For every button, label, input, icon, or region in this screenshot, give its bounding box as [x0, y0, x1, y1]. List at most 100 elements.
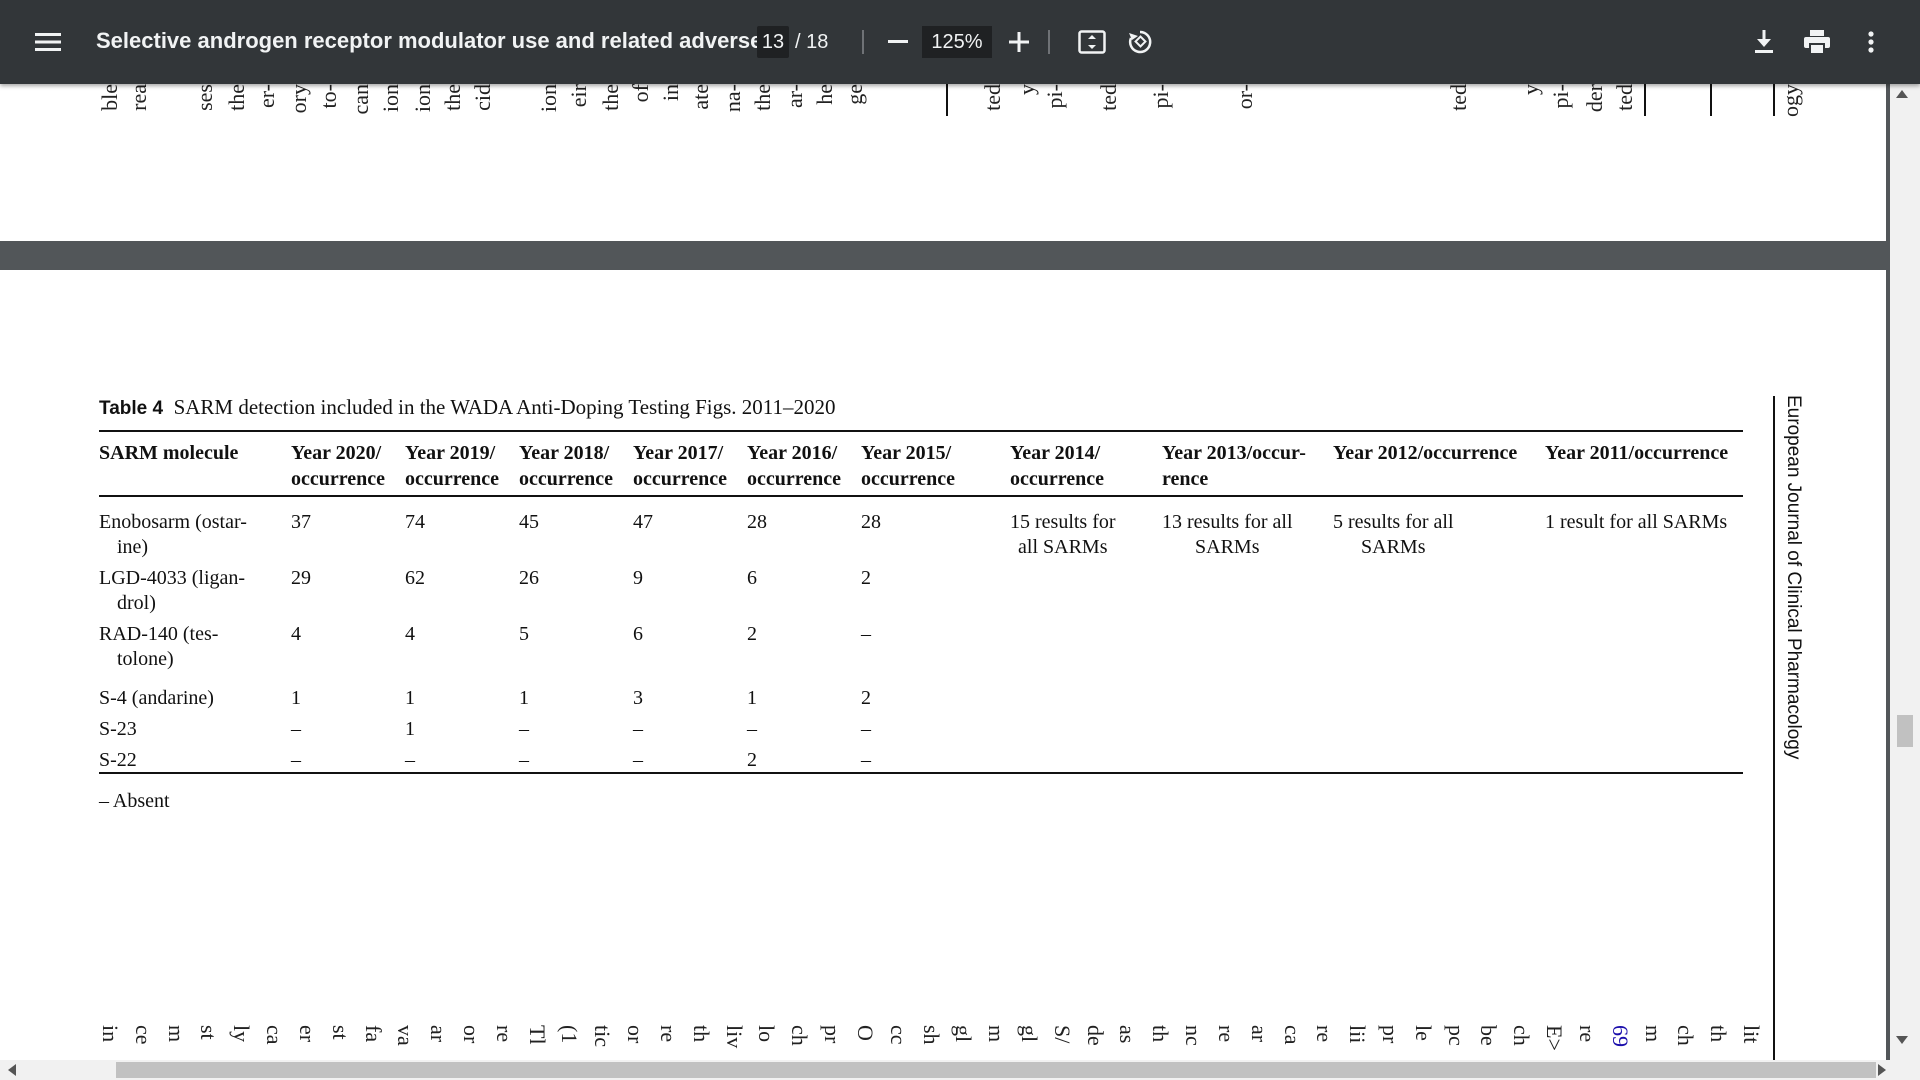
rotated-text-fragment: ge — [842, 84, 867, 105]
rotated-text-fragment: in — [658, 84, 683, 102]
zoom-in-icon[interactable] — [999, 22, 1039, 62]
pdf-page-current: Table 4 SARM detection included in the W… — [0, 270, 1886, 1060]
table-cell-value: 28 — [861, 511, 881, 533]
rotated-text-fragment: O — [853, 1025, 878, 1041]
molecule-cell: LGD-4033 (ligan-drol) — [99, 566, 245, 616]
rotated-text-fragment: the — [440, 84, 465, 111]
fit-page-icon[interactable] — [1072, 22, 1112, 62]
column-header-line: Year 2018/ — [519, 442, 610, 464]
table-cell-value: 2 — [747, 749, 757, 771]
aggregate-line: 5 results for all — [1333, 511, 1454, 533]
rotated-text-fragment: ate — [688, 84, 713, 110]
table-cell-value: 2 — [861, 567, 871, 589]
rotated-text-fragment: th — [1706, 1025, 1731, 1043]
scroll-left-icon[interactable] — [8, 1064, 16, 1076]
aggregate-line: all SARMs — [1018, 536, 1108, 558]
rotated-text-fragment: ion — [536, 84, 561, 113]
rotated-text-fragment: cid — [470, 84, 495, 111]
table-cell-value: – — [519, 718, 529, 740]
column-header: Year 2012/occurrence — [1333, 440, 1517, 466]
table-rule — [1710, 84, 1712, 116]
rotated-text-fragment: can — [348, 84, 373, 115]
column-header: Year 2014/occurrence — [1010, 440, 1104, 492]
aggregate-line: 13 results for all — [1162, 511, 1293, 533]
page-number-input[interactable]: 13 — [757, 26, 789, 58]
rotated-text-fragment: er- — [254, 84, 279, 108]
column-header-line: occurrence — [747, 468, 842, 490]
aggregate-result-cell: 15 results for all SARMs — [1010, 510, 1116, 560]
rotated-text-fragment: S/ — [1050, 1025, 1075, 1044]
rotated-text-fragment: tic — [590, 1025, 615, 1047]
column-header-line: rence — [1162, 468, 1209, 490]
molecule-name-line: LGD-4033 (ligan- — [99, 567, 246, 589]
table-caption-label: Table 4 — [99, 398, 164, 419]
molecule-cell: RAD-140 (tes-tolone) — [99, 622, 218, 672]
rotated-text-fragment: pc — [1444, 1025, 1469, 1046]
column-header-line: occurrence — [405, 468, 500, 490]
aggregate-line: 15 results for — [1010, 511, 1116, 533]
column-header: SARM molecule — [99, 440, 238, 466]
molecule-cell: S-22 — [99, 748, 137, 773]
column-header: Year 2015/occurrence — [861, 440, 955, 492]
rotated-text-fragment: der — [1582, 84, 1607, 113]
rotated-text-fragment: de — [1083, 1025, 1108, 1046]
rotated-text-fragment: the — [750, 84, 775, 111]
rotated-text-fragment: th — [1148, 1025, 1173, 1043]
scroll-right-icon[interactable] — [1878, 1064, 1886, 1076]
vertical-scroll-thumb[interactable] — [1897, 715, 1913, 747]
table-rule — [1773, 84, 1775, 116]
rotated-text-fragment: or — [623, 1025, 648, 1044]
table-cell-value: 9 — [633, 567, 643, 589]
table-cell-value: 6 — [747, 567, 757, 589]
scroll-up-icon[interactable] — [1896, 90, 1908, 98]
molecule-name-line: ine) — [117, 536, 149, 558]
rotated-text-fragment: re — [656, 1025, 681, 1043]
table-footnote: – Absent — [99, 790, 170, 812]
vertical-scrollbar[interactable] — [1890, 84, 1920, 1060]
rotated-text-fragment: ar- — [782, 84, 807, 108]
column-header: Year 2020/occurrence — [291, 440, 385, 492]
rotated-text-fragment: th — [689, 1025, 714, 1043]
rotated-text-fragment: le — [1411, 1025, 1436, 1041]
rotated-text-fragment: st — [328, 1025, 353, 1040]
molecule-cell: S-4 (andarine) — [99, 686, 214, 711]
rotated-text-fragment: ses — [192, 84, 217, 111]
rotated-text-fragment: ory — [286, 84, 311, 114]
column-header-line: Year 2011/occurrence — [1545, 442, 1729, 464]
rotated-text-fragment: re — [1575, 1025, 1600, 1043]
column-header: Year 2011/occurrence — [1545, 440, 1728, 466]
rotated-text-fragment: to- — [316, 84, 341, 109]
rotated-text-fragments: ble rea ses the er-ory to-can ion ion the cid ion e… — [0, 84, 1886, 144]
table-cell-value: 4 — [291, 623, 301, 645]
scroll-down-icon[interactable] — [1896, 1036, 1908, 1044]
zoom-out-icon[interactable] — [878, 22, 918, 62]
rotated-text-fragment: lit — [1739, 1025, 1764, 1044]
download-icon[interactable] — [1744, 22, 1784, 62]
column-header-line: Year 2016/ — [747, 442, 838, 464]
toolbar-divider — [862, 30, 864, 54]
more-vert-icon[interactable] — [1851, 22, 1891, 62]
molecule-cell: S-23 — [99, 717, 137, 742]
rotated-text-fragment: re — [1214, 1025, 1239, 1043]
rotated-text-fragment: gl — [1017, 1025, 1042, 1043]
menu-icon[interactable] — [28, 22, 68, 62]
rotated-text-fragment: ch — [787, 1025, 812, 1046]
rotated-text-fragment: ly — [229, 1025, 254, 1043]
molecule-name-line: S-23 — [99, 718, 137, 740]
zoom-level-input[interactable]: 125% — [922, 26, 992, 58]
table-cell-value: 2 — [747, 623, 757, 645]
print-icon[interactable] — [1797, 22, 1837, 62]
aggregate-result-cell: 5 results for all SARMs — [1333, 510, 1454, 560]
horizontal-scroll-thumb[interactable] — [116, 1062, 1876, 1078]
table-cell-value: 1 — [405, 687, 415, 709]
table-cell-value: – — [291, 749, 301, 771]
rotate-icon[interactable] — [1120, 22, 1160, 62]
column-header-line: occurrence — [1010, 468, 1105, 490]
table-caption: Table 4 SARM detection included in the W… — [99, 395, 836, 420]
rotated-text-fragment: st — [196, 1025, 221, 1040]
table-cell-value: – — [861, 623, 871, 645]
column-header-line: occurrence — [633, 468, 728, 490]
column-header-line: Year 2019/ — [405, 442, 496, 464]
molecule-name-line: S-4 (andarine) — [99, 687, 214, 709]
molecule-name-line: drol) — [117, 592, 156, 614]
